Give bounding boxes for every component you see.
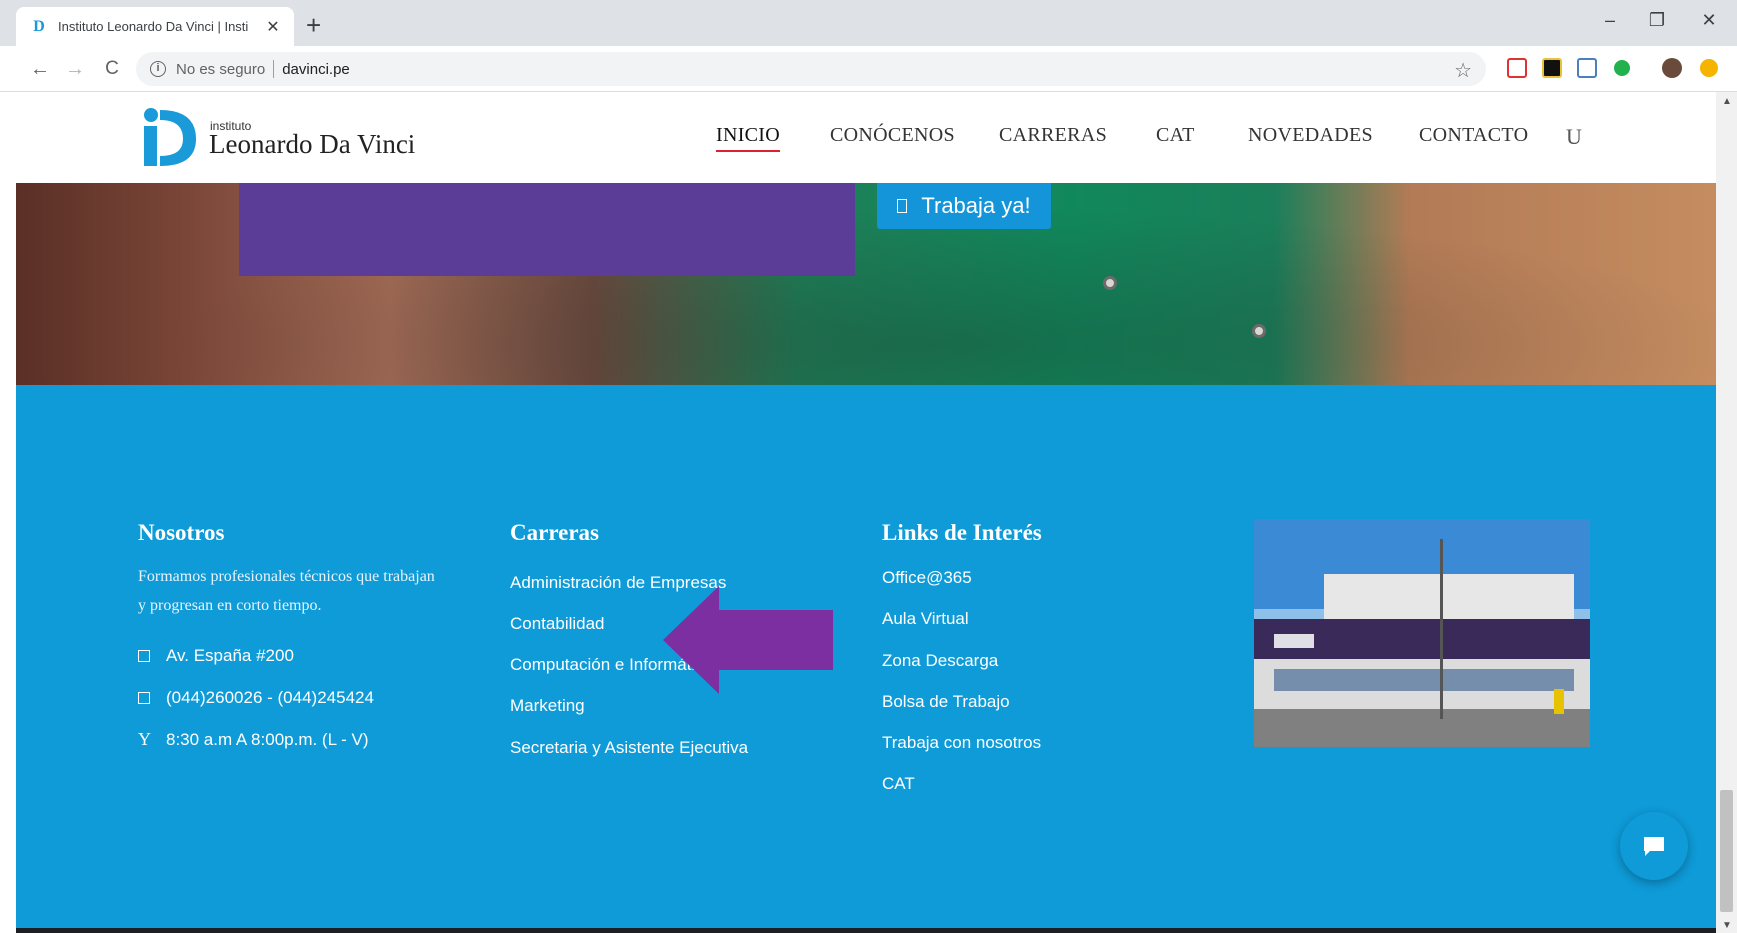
annotation-arrow-icon <box>663 586 833 694</box>
carreras-title: Carreras <box>510 520 599 545</box>
security-status: No es seguro <box>176 60 266 78</box>
site-favicon-icon: D <box>33 17 45 35</box>
main-nav: INICIO CONÓCENOS CARRERAS CAT NOVEDADES … <box>16 124 1716 154</box>
page-scrollbar[interactable]: ▲ ▼ <box>1716 92 1737 933</box>
address-bar[interactable]: i No es seguro davinci.pe ☆ <box>136 52 1486 86</box>
minimize-icon[interactable]: – <box>1598 10 1622 31</box>
window-close-icon[interactable]: ✕ <box>1697 10 1721 31</box>
hours-row: Y 8:30 a.m A 8:00p.m. (L - V) <box>138 729 369 750</box>
page-viewport: instituto Leonardo Da Vinci INICIO CONÓC… <box>16 92 1716 933</box>
scroll-down-icon[interactable]: ▼ <box>1722 920 1732 931</box>
nav-novedades[interactable]: NOVEDADES <box>1248 124 1373 147</box>
carrera-link-contabilidad[interactable]: Contabilidad <box>510 614 605 634</box>
new-tab-icon[interactable]: + <box>306 12 321 38</box>
briefcase-icon <box>897 199 908 213</box>
trabaja-ya-label: Trabaja ya! <box>921 193 1031 218</box>
location-icon <box>138 650 150 662</box>
nav-conocenos[interactable]: CONÓCENOS <box>830 124 955 147</box>
browser-tab[interactable]: D Instituto Leonardo Da Vinci | Insti ✕ <box>16 7 294 46</box>
nosotros-title: Nosotros <box>138 520 225 545</box>
links-title: Links de Interés <box>882 520 1042 545</box>
extension-mail-icon[interactable] <box>1542 58 1562 78</box>
nosotros-text: Formamos profesionales técnicos que trab… <box>138 568 435 614</box>
extension-green-icon[interactable] <box>1614 60 1630 76</box>
nav-carreras[interactable]: CARRERAS <box>999 124 1107 147</box>
address-text: Av. España #200 <box>166 646 294 665</box>
scroll-up-icon[interactable]: ▲ <box>1722 96 1732 107</box>
update-alert-icon[interactable] <box>1700 59 1718 77</box>
nav-cat[interactable]: CAT <box>1156 124 1195 147</box>
link-zona-descarga[interactable]: Zona Descarga <box>882 651 998 671</box>
site-header: instituto Leonardo Da Vinci INICIO CONÓC… <box>16 92 1716 183</box>
link-aula-virtual[interactable]: Aula Virtual <box>882 609 969 629</box>
chat-icon <box>1644 837 1664 856</box>
carrera-link-marketing[interactable]: Marketing <box>510 696 585 716</box>
forward-icon[interactable]: → <box>62 56 88 82</box>
url-text[interactable]: davinci.pe <box>282 61 350 78</box>
hero-banner: Trabaja ya! <box>16 183 1716 385</box>
footer-bottom-bar <box>16 928 1716 933</box>
nav-inicio[interactable]: INICIO <box>716 124 781 152</box>
tab-title: Instituto Leonardo Da Vinci | Insti <box>58 19 249 34</box>
info-icon[interactable]: i <box>150 61 166 77</box>
back-icon[interactable]: ← <box>27 56 53 82</box>
tab-close-icon[interactable]: ✕ <box>264 17 282 37</box>
bookmark-star-icon[interactable]: ☆ <box>1454 58 1472 83</box>
building-photo <box>1254 519 1590 747</box>
nav-user-icon[interactable]: U <box>1566 124 1582 150</box>
scroll-thumb[interactable] <box>1720 790 1733 912</box>
address-separator <box>273 60 275 78</box>
link-trabaja-nosotros[interactable]: Trabaja con nosotros <box>882 733 1041 753</box>
chat-button[interactable] <box>1620 812 1688 880</box>
shirt-button-decoration <box>1252 324 1266 338</box>
extension-s-icon[interactable] <box>1577 58 1597 78</box>
browser-toolbar: ← → C i No es seguro davinci.pe ☆ <box>0 46 1737 92</box>
phone-row: (044)260026 - (044)245424 <box>138 688 374 708</box>
profile-avatar[interactable] <box>1662 58 1682 78</box>
hours-text: 8:30 a.m A 8:00p.m. (L - V) <box>166 729 369 749</box>
clock-icon: Y <box>138 729 151 749</box>
phone-text: (044)260026 - (044)245424 <box>166 688 374 707</box>
address-row: Av. España #200 <box>138 646 294 666</box>
phone-icon <box>138 692 150 704</box>
hero-purple-panel <box>239 183 855 276</box>
carrera-link-secretaria[interactable]: Secretaria y Asistente Ejecutiva <box>510 738 748 758</box>
trabaja-ya-button[interactable]: Trabaja ya! <box>877 183 1051 229</box>
extension-pocket-icon[interactable] <box>1507 58 1527 78</box>
nav-contacto[interactable]: CONTACTO <box>1419 124 1528 147</box>
reload-icon[interactable]: C <box>99 56 125 82</box>
shirt-button-decoration <box>1103 276 1117 290</box>
link-office365[interactable]: Office@365 <box>882 568 972 588</box>
restore-icon[interactable]: ❐ <box>1645 10 1669 31</box>
tab-bar: D Instituto Leonardo Da Vinci | Insti ✕ … <box>0 0 1737 46</box>
browser-window: D Instituto Leonardo Da Vinci | Insti ✕ … <box>0 0 1737 933</box>
link-bolsa-trabajo[interactable]: Bolsa de Trabajo <box>882 692 1010 712</box>
link-cat[interactable]: CAT <box>882 774 915 794</box>
